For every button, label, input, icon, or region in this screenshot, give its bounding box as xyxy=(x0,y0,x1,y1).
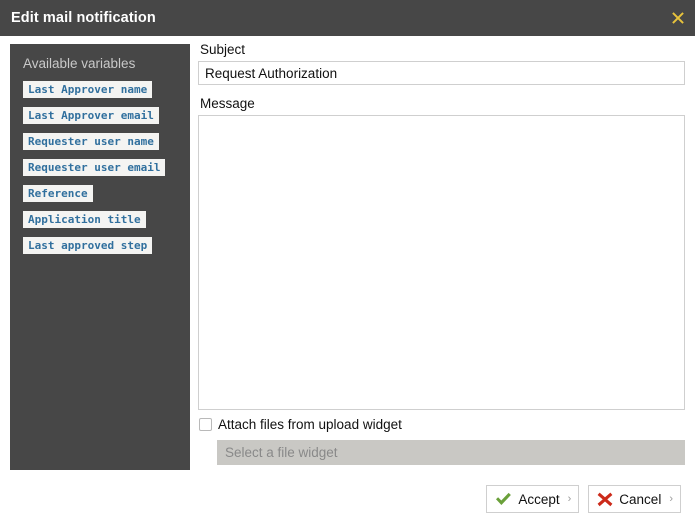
check-icon xyxy=(495,492,512,507)
attach-files-row: Attach files from upload widget xyxy=(198,417,685,432)
variable-chip[interactable]: Requester user email xyxy=(23,159,166,176)
close-x-icon[interactable] xyxy=(669,9,687,27)
available-variables-panel: Available variables Last Approver name L… xyxy=(10,44,190,470)
subject-input[interactable] xyxy=(198,61,685,85)
variable-chip[interactable]: Requester user name xyxy=(23,133,159,150)
file-widget-select[interactable]: Select a file widget xyxy=(217,440,685,465)
mail-notification-form: Subject Message Attach files from upload… xyxy=(198,42,685,465)
chevron-right-icon: › xyxy=(669,493,673,505)
variable-chip[interactable]: Last approved step xyxy=(23,237,153,254)
accept-button[interactable]: Accept › xyxy=(486,485,580,513)
chevron-right-icon: › xyxy=(567,493,572,505)
cancel-button[interactable]: Cancel › xyxy=(588,485,681,513)
dialog-title: Edit mail notification xyxy=(11,10,156,26)
attach-files-label[interactable]: Attach files from upload widget xyxy=(218,417,402,432)
variable-chip-list: Last Approver name Last Approver email R… xyxy=(10,80,190,262)
message-textarea[interactable] xyxy=(198,115,685,410)
variable-chip[interactable]: Application title xyxy=(23,211,146,228)
dialog-titlebar: Edit mail notification xyxy=(0,0,695,36)
attach-files-checkbox[interactable] xyxy=(199,418,212,431)
variable-chip[interactable]: Reference xyxy=(23,185,93,202)
available-variables-title: Available variables xyxy=(23,56,136,71)
dialog-footer: Accept › Cancel › xyxy=(486,485,681,513)
subject-label: Subject xyxy=(200,42,246,57)
message-label: Message xyxy=(200,96,255,111)
variable-chip[interactable]: Last Approver name xyxy=(23,81,153,98)
variable-chip[interactable]: Last Approver email xyxy=(23,107,159,124)
accept-button-label: Accept xyxy=(518,491,560,507)
cancel-button-label: Cancel xyxy=(619,491,662,507)
cross-icon xyxy=(597,492,613,507)
